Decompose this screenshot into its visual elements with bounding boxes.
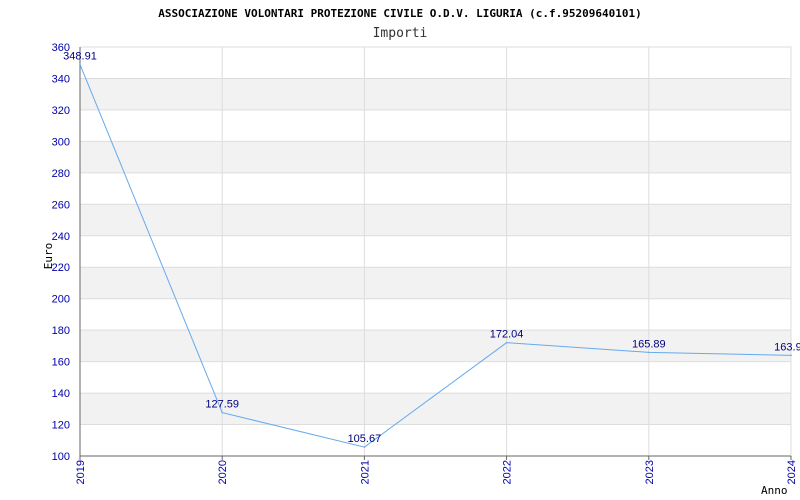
chart-subtitle: Importi [373,26,428,41]
data-point [221,411,223,414]
x-tick-label: 2024 [786,460,798,484]
data-point [505,341,508,344]
data-label: 163.98 [774,341,800,353]
data-label: 165.89 [632,338,666,350]
data-label: 105.67 [348,433,382,445]
grid-band [80,141,791,173]
data-point [648,351,650,354]
y-tick-label: 280 [52,168,70,180]
y-axis-title: Euro [42,243,55,270]
y-tick-label: 160 [52,357,70,369]
chart-title: ASSOCIAZIONE VOLONTARI PROTEZIONE CIVILE… [158,7,641,20]
series-line [79,64,792,448]
data-label: 348.91 [63,50,97,62]
y-tick-label: 240 [52,231,70,243]
y-tick-label: 180 [52,325,70,337]
series-line [79,63,792,448]
grid-band [80,78,791,110]
x-tick-label: 2023 [644,460,656,484]
data-point [363,446,366,448]
grid-band [80,204,791,236]
y-tick-label: 320 [52,105,70,117]
y-tick-label: 100 [52,451,70,463]
grid-band [80,267,791,299]
x-tick-label: 2021 [359,460,371,484]
x-tick-label: 2020 [217,460,229,484]
y-tick-label: 140 [52,388,70,400]
data-point [790,354,792,357]
chart: 1001201401601802002202402602803003203403… [42,7,800,497]
grid-bands [80,78,791,425]
y-tick-label: 340 [52,73,70,85]
x-tick-label: 2022 [502,460,514,484]
y-tick-label: 260 [52,199,70,211]
grid-band [80,330,791,362]
x-axis-title: Anno [761,484,788,497]
data-label: 172.04 [490,329,524,341]
data-label: 127.59 [205,399,239,411]
x-tick-label: 2019 [75,460,87,484]
grid-band [80,393,791,425]
y-tick-label: 300 [52,136,70,148]
y-tick-label: 120 [52,420,70,432]
data-point [79,63,81,66]
y-tick-label: 200 [52,294,70,306]
x-tick-labels: 2019 2020 2021 2022 2023 2024 [75,460,798,484]
